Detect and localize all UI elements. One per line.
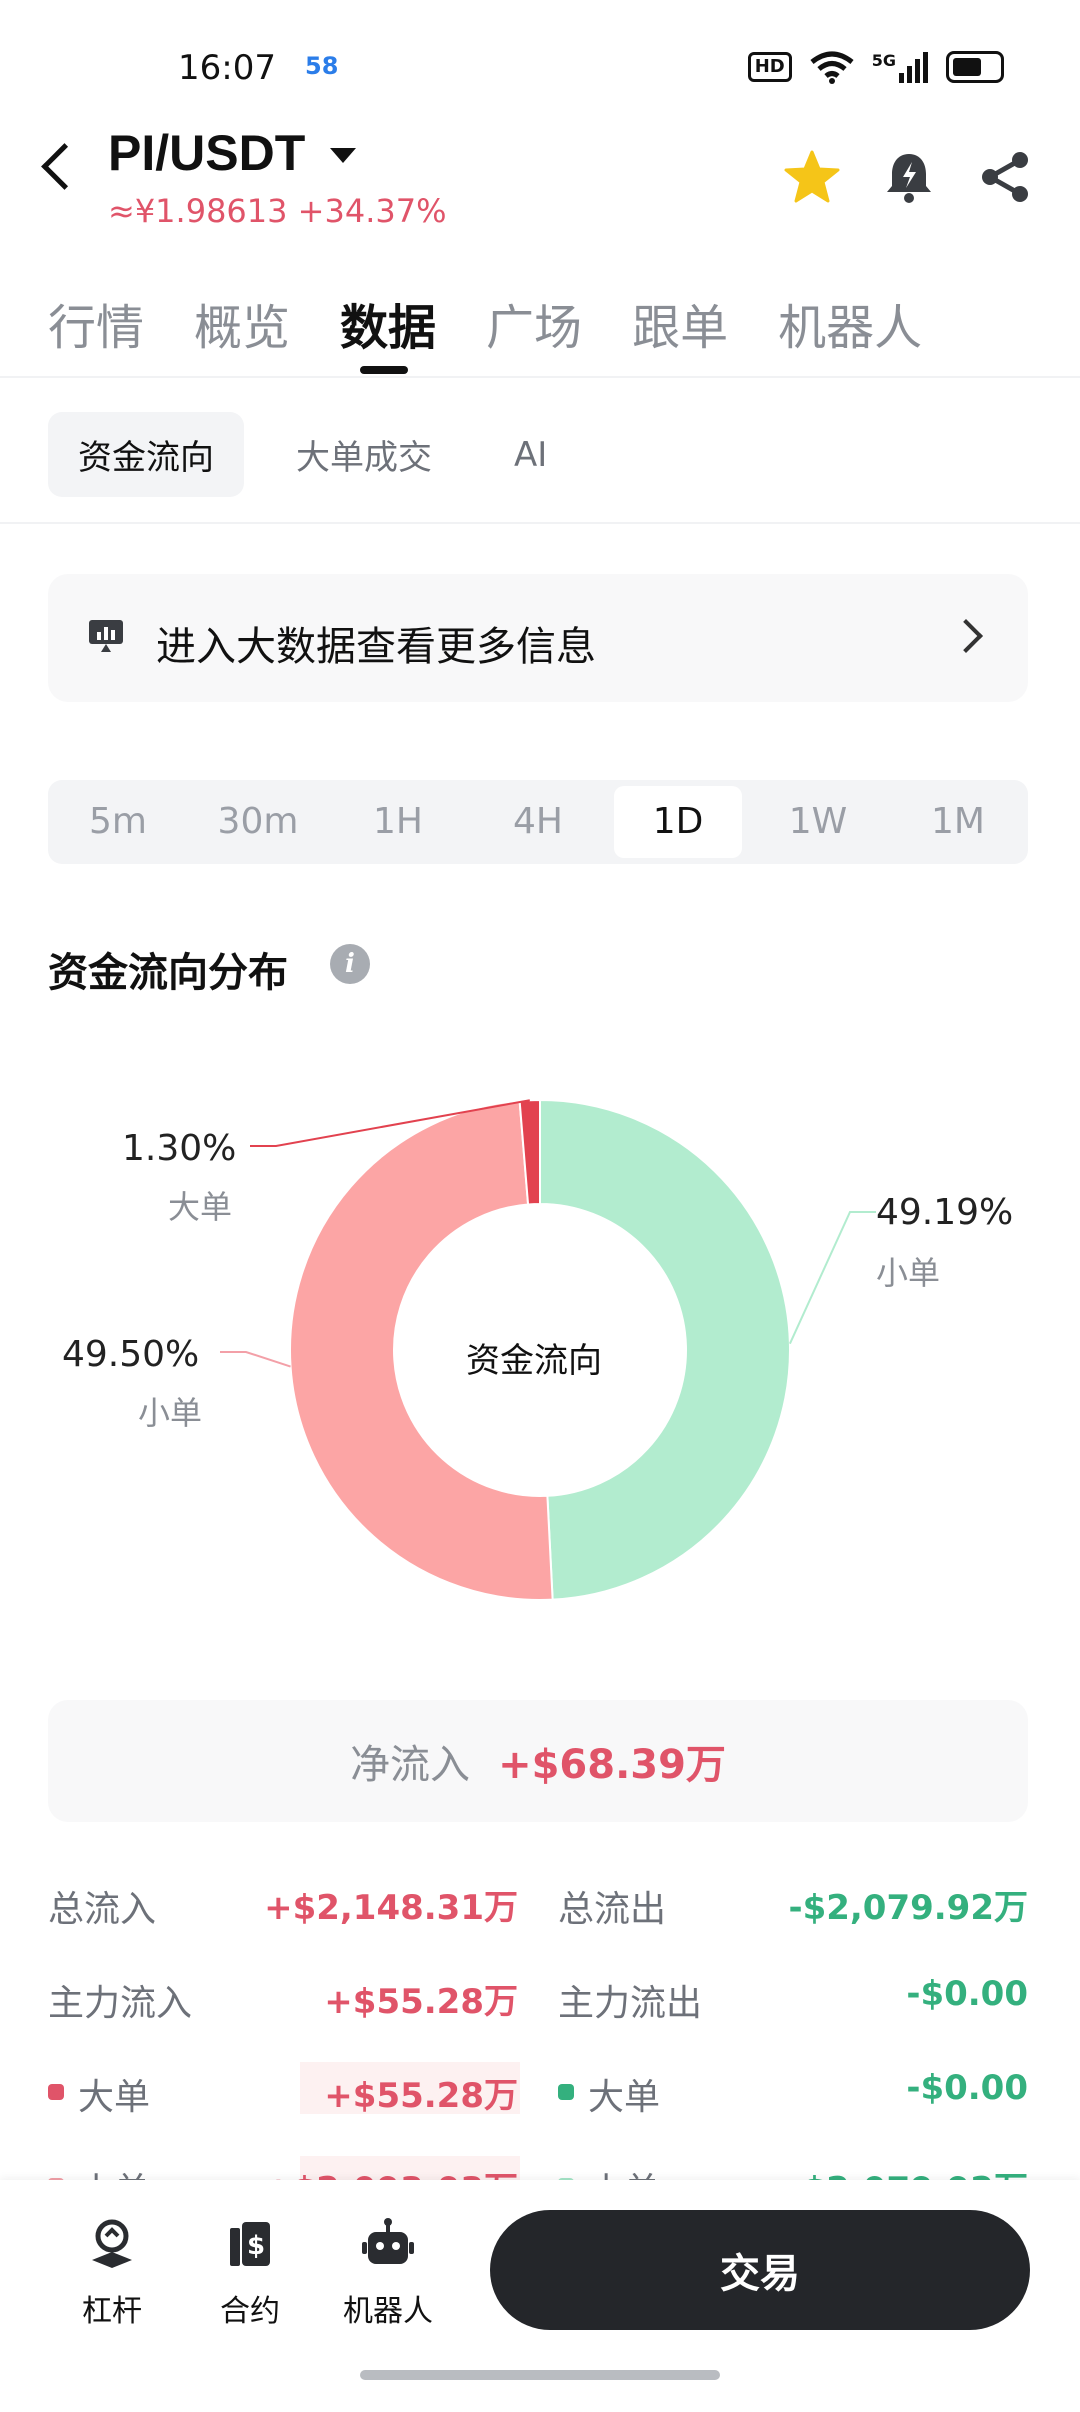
nav-contract-label: 合约 <box>220 2294 280 2329</box>
nav-leverage-label: 杠杆 <box>82 2294 142 2329</box>
main-inflow-value: +$55.28万 <box>324 1982 518 2022</box>
hd-icon: HD <box>747 52 792 82</box>
subtab-large-trades[interactable]: 大单成交 <box>266 412 462 497</box>
slice-small-green-pct: 49.19% <box>876 1192 1014 1233</box>
slice-large-red-label: 大单 <box>168 1188 233 1226</box>
timeframe-5m[interactable]: 5m <box>54 786 182 858</box>
price-alert-bell-icon[interactable] <box>882 150 936 204</box>
status-icons: HD 5G <box>747 50 1004 84</box>
contract-icon: $ <box>230 2222 270 2266</box>
sub-tabs: 资金流向 大单成交 AI <box>48 412 577 497</box>
nav-bot[interactable]: 机器人 <box>328 2216 448 2330</box>
info-icon[interactable]: i <box>330 944 370 984</box>
timeframe-4h[interactable]: 4H <box>474 786 602 858</box>
big-data-banner[interactable]: 进入大数据查看更多信息 <box>48 574 1028 702</box>
trading-pair-title[interactable]: PI/USDT <box>108 124 305 182</box>
nav-leverage[interactable]: 杠杆 <box>52 2216 172 2330</box>
large-order-red-dot <box>48 2084 64 2100</box>
price-line: ≈¥1.98613 +34.37% <box>108 192 447 230</box>
active-tab-indicator <box>360 366 408 374</box>
nav-contract[interactable]: $ 合约 <box>190 2216 310 2330</box>
home-indicator[interactable] <box>360 2370 720 2380</box>
tab-bot[interactable]: 机器人 <box>778 288 922 358</box>
tab-data[interactable]: 数据 <box>340 288 436 358</box>
total-outflow-label: 总流出 <box>558 1889 667 1930</box>
section-title: 资金流向分布 <box>48 950 288 996</box>
tab-square[interactable]: 广场 <box>486 288 582 358</box>
status-time: 16:07 <box>178 48 276 88</box>
large-order-green-dot <box>558 2084 574 2100</box>
battery-icon <box>946 51 1004 83</box>
tabs-divider <box>0 376 1080 378</box>
large-inflow-label: 大单 <box>78 2077 151 2118</box>
pair-dropdown-icon[interactable] <box>330 148 356 163</box>
subtab-ai[interactable]: AI <box>484 417 577 493</box>
banner-text: 进入大数据查看更多信息 <box>156 624 596 670</box>
large-inflow-value: +$55.28万 <box>324 2076 518 2116</box>
main-outflow-value: -$0.00 <box>906 1974 1028 2014</box>
slice-small-green-leader-line <box>789 1211 876 1345</box>
total-inflow-label: 总流入 <box>48 1889 157 1930</box>
nav-bot-label: 机器人 <box>343 2294 433 2329</box>
main-inflow-label: 主力流入 <box>48 1983 193 2024</box>
price-change: +34.37% <box>297 192 447 230</box>
tab-copy-trading[interactable]: 跟单 <box>632 288 728 358</box>
timeframe-1w[interactable]: 1W <box>754 786 882 858</box>
large-outflow-label: 大单 <box>588 2077 661 2118</box>
back-button[interactable] <box>41 143 88 190</box>
large-outflow-value: -$0.00 <box>906 2068 1028 2108</box>
leverage-icon <box>92 2219 132 2268</box>
main-tabs: 行情 概览 数据 广场 跟单 机器人 <box>48 288 922 358</box>
total-inflow-value: +$2,148.31万 <box>264 1888 518 1928</box>
slice-large-red-pct: 1.30% <box>122 1128 237 1169</box>
subtabs-divider <box>0 522 1080 524</box>
slice-small-red-leader-line <box>220 1351 291 1368</box>
timeframe-1m[interactable]: 1M <box>894 786 1022 858</box>
net-inflow-value: +$68.39万 <box>498 1742 726 1788</box>
big-data-icon <box>89 620 123 652</box>
tab-overview[interactable]: 概览 <box>194 288 290 358</box>
timeframe-1d[interactable]: 1D <box>614 786 742 858</box>
trade-button[interactable]: 交易 <box>490 2210 1030 2330</box>
price-cny: ≈¥1.98613 <box>108 192 288 230</box>
share-icon[interactable] <box>978 150 1032 204</box>
timeframe-30m[interactable]: 30m <box>194 786 322 858</box>
slice-small-red-pct: 49.50% <box>62 1334 200 1375</box>
total-outflow-value: -$2,079.92万 <box>788 1888 1028 1928</box>
timeframe-selector: 5m 30m 1H 4H 1D 1W 1M <box>48 780 1028 864</box>
star-icon[interactable] <box>784 150 840 204</box>
app-notification-badge: 58 <box>305 52 339 80</box>
tab-market[interactable]: 行情 <box>48 288 144 358</box>
svg-text:$: $ <box>247 2231 265 2261</box>
slice-small-green-label: 小单 <box>876 1254 941 1292</box>
wifi-icon <box>810 51 854 84</box>
slice-small-red-label: 小单 <box>138 1394 203 1432</box>
robot-icon <box>362 2218 414 2264</box>
signal-icon: 5G <box>872 51 928 83</box>
timeframe-1h[interactable]: 1H <box>334 786 462 858</box>
subtab-fund-flow[interactable]: 资金流向 <box>48 412 244 497</box>
main-outflow-label: 主力流出 <box>558 1983 703 2024</box>
net-inflow-box: 净流入 +$68.39万 <box>48 1700 1028 1822</box>
net-inflow-label: 净流入 <box>350 1742 471 1788</box>
chevron-right-icon <box>949 619 983 653</box>
donut-center-label: 资金流向 <box>466 1341 602 1381</box>
network-type: 5G <box>871 51 896 70</box>
